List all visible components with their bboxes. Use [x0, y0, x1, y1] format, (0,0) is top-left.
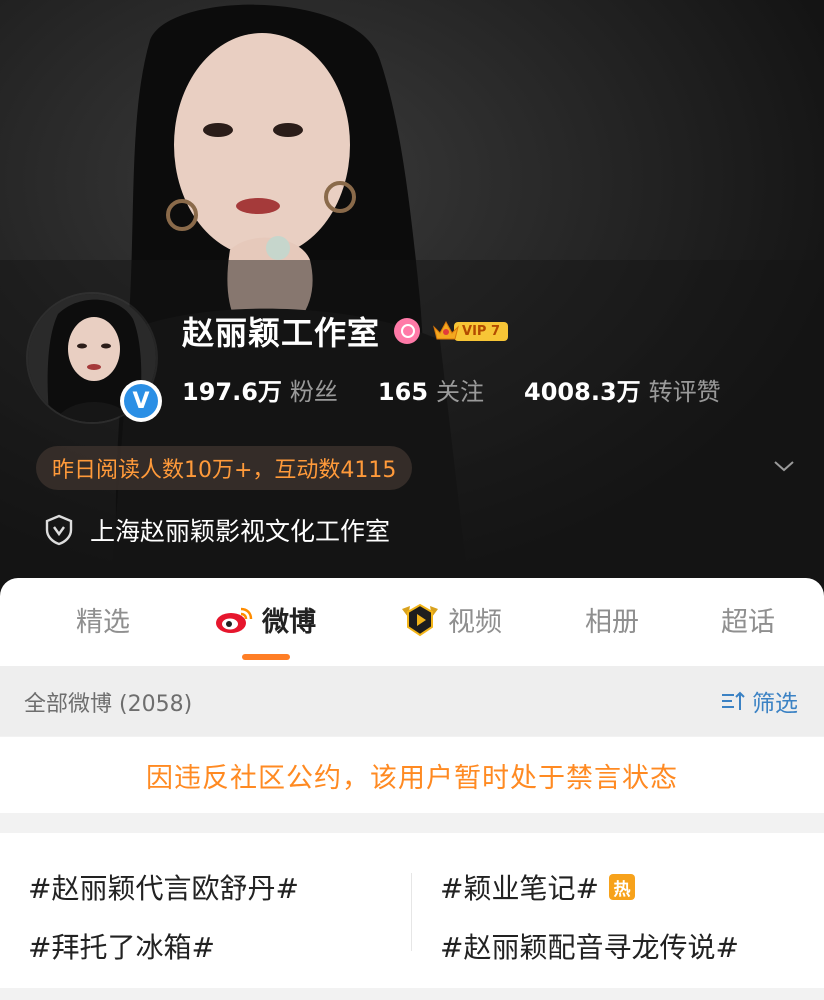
profile-name-row: 赵丽颖工作室 VIP 7: [182, 308, 509, 354]
filter-label: 筛选: [752, 691, 798, 717]
topic-text: #赵丽颖代言欧舒丹#: [28, 872, 299, 905]
topics-divider: [411, 873, 412, 951]
followers-label[interactable]: 粉丝: [290, 372, 338, 407]
organization-name: 上海赵丽颖影视文化工作室: [90, 517, 391, 546]
filter-icon: [722, 691, 745, 710]
interactions-label: 转评赞: [648, 378, 721, 406]
vip-level: VIP 7: [454, 321, 509, 341]
chevron-down-icon[interactable]: [772, 454, 796, 478]
crown-icon: [433, 320, 459, 340]
topic-text: #颖业笔记#: [440, 872, 599, 905]
shield-icon: [45, 514, 73, 546]
weibo-icon: [216, 607, 253, 633]
tab-label: 相册: [585, 607, 639, 638]
tab-label: 超话: [721, 607, 775, 638]
tab-weibo[interactable]: 微博: [214, 600, 316, 639]
banned-notice: 因违反社区公约，该用户暂时处于禁言状态: [0, 737, 824, 813]
topic-text: #赵丽颖配音寻龙传说#: [440, 931, 739, 964]
all-posts-count[interactable]: 全部微博 (2058): [24, 686, 192, 718]
tab-label: 微博: [262, 607, 316, 638]
profile-stats: 197.6万 粉丝 165 关注 4008.3万 转评赞: [182, 372, 721, 407]
following-label[interactable]: 关注: [436, 372, 484, 407]
interactions-count: 4008.3万: [524, 378, 641, 406]
followers-count[interactable]: 197.6万: [182, 372, 282, 407]
following-count[interactable]: 165: [378, 378, 428, 406]
female-icon: [394, 318, 421, 344]
avatar[interactable]: V: [26, 292, 162, 424]
active-tab-indicator: [242, 654, 290, 660]
topic-item[interactable]: #拜托了冰箱#: [28, 926, 215, 966]
tab-featured[interactable]: 精选: [76, 600, 130, 639]
video-icon: [402, 603, 438, 636]
topics-panel: #赵丽颖代言欧舒丹# #颖业笔记# 热 #拜托了冰箱# #赵丽颖配音寻龙传说#: [0, 833, 824, 988]
tab-label: 视频: [448, 607, 502, 638]
filter-button[interactable]: 筛选: [720, 684, 798, 718]
topic-item[interactable]: #赵丽颖代言欧舒丹#: [28, 867, 299, 907]
profile-tabs: 精选 微博 视频 相册 超话: [0, 578, 824, 666]
tab-label: 精选: [76, 607, 130, 638]
verified-badge-icon: V: [120, 380, 162, 422]
reads-summary[interactable]: 昨日阅读人数10万+，互动数4115: [36, 446, 413, 490]
profile-name: 赵丽颖工作室: [182, 314, 381, 352]
organization-row[interactable]: 上海赵丽颖影视文化工作室: [44, 512, 390, 548]
topic-text: #拜托了冰箱#: [28, 931, 215, 964]
topic-item[interactable]: #赵丽颖配音寻龙传说#: [440, 926, 739, 966]
hot-badge: 热: [608, 874, 635, 900]
vip-badge[interactable]: VIP 7: [432, 319, 509, 343]
topic-item[interactable]: #颖业笔记# 热: [440, 867, 635, 907]
posts-filter-bar: 全部微博 (2058) 筛选: [0, 666, 824, 736]
tab-video[interactable]: 视频: [398, 600, 502, 639]
profile-header: V 赵丽颖工作室 VIP 7 197.6万 粉丝 165 关注 4008.3万 …: [0, 0, 824, 600]
tab-super-topic[interactable]: 超话: [721, 600, 775, 639]
tab-album[interactable]: 相册: [585, 600, 639, 639]
